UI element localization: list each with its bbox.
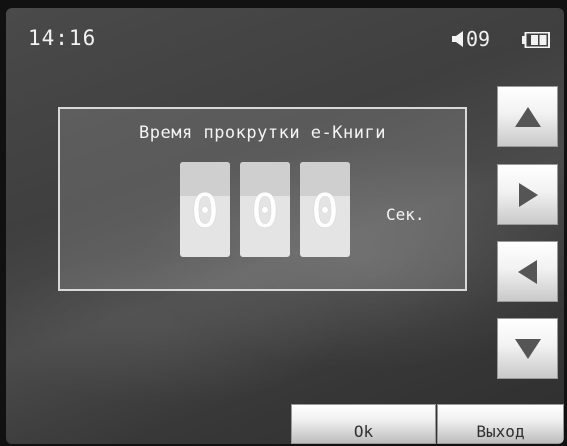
status-time: 14:16 [28,26,97,50]
arrow-down-icon [514,338,541,359]
digit-value: 0 [251,184,279,238]
ok-button[interactable]: Ok [291,404,436,444]
digit-ones[interactable]: 0 [300,162,350,257]
battery-icon [522,32,550,48]
right-button[interactable] [497,164,558,225]
exit-button[interactable]: Выход [437,404,564,444]
dialog-title: Время прокрутки е-Книги [139,123,386,143]
scroll-time-dialog: Время прокрутки е-Книги 0 0 0 Сек. [58,107,467,291]
speaker-icon [452,31,463,47]
digit-value: 0 [311,184,339,238]
volume-indicator: 09 [452,27,490,51]
device-screen: 14:16 09 Время прокрутки е-Книги 0 0 0 С… [6,8,564,444]
down-button[interactable] [497,318,558,379]
arrow-up-icon [514,106,541,127]
unit-label: Сек. [386,205,425,224]
digit-hundreds[interactable]: 0 [180,162,230,257]
up-button[interactable] [497,86,558,147]
arrow-left-icon [517,259,537,284]
volume-level: 09 [466,27,491,51]
left-button[interactable] [497,241,558,302]
digit-value: 0 [191,184,219,238]
digit-tens[interactable]: 0 [240,162,290,257]
arrow-right-icon [518,182,538,207]
